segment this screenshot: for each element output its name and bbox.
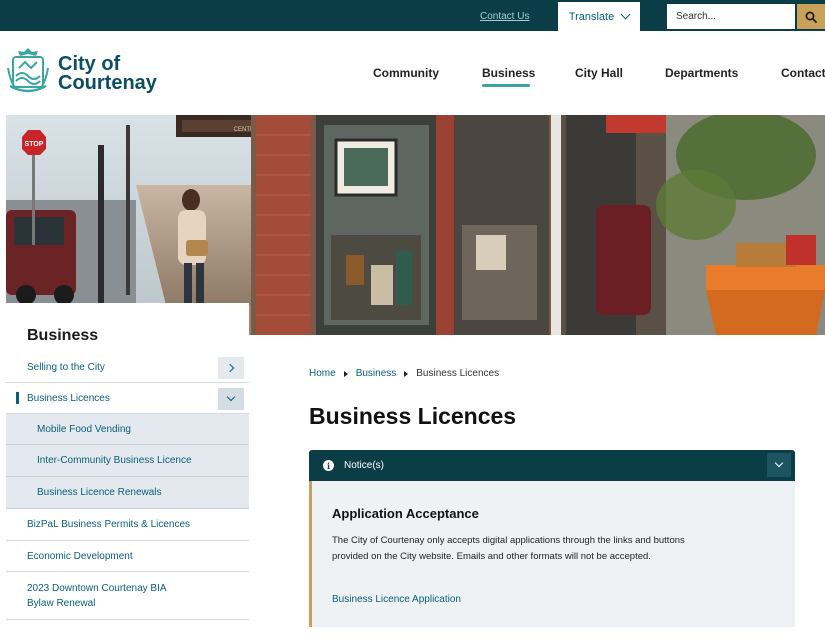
search-icon bbox=[805, 11, 817, 23]
notice-accordion-header[interactable]: i Notice(s) bbox=[309, 450, 795, 481]
breadcrumb-business[interactable]: Business bbox=[356, 368, 397, 379]
translate-dropdown[interactable]: Translate bbox=[558, 2, 640, 31]
sidebar-item-business-licences[interactable]: Business Licences bbox=[6, 383, 249, 414]
search-button[interactable] bbox=[797, 4, 825, 29]
nav-departments[interactable]: Departments bbox=[665, 66, 738, 80]
expand-button[interactable] bbox=[218, 357, 244, 379]
city-logo-wordmark[interactable]: City of Courtenay bbox=[58, 54, 157, 94]
sidebar-item-label: Business Licence Renewals bbox=[37, 487, 162, 498]
sidebar-title: Business bbox=[27, 327, 99, 344]
notice-label: Notice(s) bbox=[344, 460, 385, 471]
sidebar-item-bizpal[interactable]: BizPaL Business Permits & Licences bbox=[6, 509, 249, 541]
chevron-right-icon bbox=[225, 363, 234, 373]
breadcrumb-home[interactable]: Home bbox=[309, 368, 336, 379]
collapse-button[interactable] bbox=[218, 388, 244, 410]
nav-city-hall[interactable]: City Hall bbox=[575, 66, 623, 80]
business-licence-application-link[interactable]: Business Licence Application bbox=[332, 594, 461, 605]
contact-us-link[interactable]: Contact Us bbox=[480, 11, 529, 22]
utility-bar: Contact Us Translate bbox=[0, 0, 825, 31]
search-input[interactable] bbox=[667, 4, 795, 29]
logo-line2: Courtenay bbox=[58, 72, 157, 94]
nav-active-indicator bbox=[482, 84, 530, 87]
notice-text: The City of Courtenay only accepts digit… bbox=[332, 535, 685, 562]
info-icon: i bbox=[323, 460, 334, 471]
notice-collapse-button[interactable] bbox=[767, 453, 791, 477]
sidebar-item-label: Mobile Food Vending bbox=[37, 423, 131, 435]
breadcrumb-current: Business Licences bbox=[416, 368, 500, 379]
breadcrumb-separator-icon bbox=[404, 370, 409, 377]
notice-panel: Application Acceptance The City of Court… bbox=[309, 481, 795, 627]
nav-business[interactable]: Business bbox=[482, 66, 535, 80]
sidebar-item-economic-development[interactable]: Economic Development bbox=[6, 541, 249, 572]
sidebar-item-selling-to-the-city[interactable]: Selling to the City bbox=[6, 352, 249, 383]
page-title: Business Licences bbox=[309, 403, 517, 429]
sidebar-item-label: Inter-Community Business Licence bbox=[37, 455, 192, 466]
sidebar-item-label-line2: Bylaw Renewal bbox=[27, 597, 96, 609]
sidebar-item-label: Selling to the City bbox=[27, 361, 105, 373]
breadcrumb: Home Business Business Licences bbox=[309, 368, 499, 379]
sidebar-item-label: 2023 Downtown Courtenay BIA bbox=[27, 582, 167, 594]
breadcrumb-separator-icon bbox=[343, 370, 348, 377]
city-crest-logo-icon[interactable] bbox=[6, 46, 50, 98]
sidebar-item-label: BizPaL Business Permits & Licences bbox=[27, 519, 191, 530]
chevron-down-icon bbox=[226, 392, 236, 402]
sidebar-item-label: Economic Development bbox=[27, 550, 133, 562]
nav-community[interactable]: Community bbox=[373, 66, 439, 80]
sidebar-item-downtown-bia[interactable]: 2023 Downtown Courtenay BIA Bylaw Renewa… bbox=[6, 572, 249, 620]
nav-contact[interactable]: Contact bbox=[781, 66, 825, 80]
sidebar-item-label: Business Licences bbox=[27, 392, 110, 404]
stop-sign-text: STOP bbox=[25, 141, 44, 148]
hero-street-image: STOP CENTRE bbox=[6, 115, 825, 335]
sidebar-subitem-licence-renewals[interactable]: Business Licence Renewals bbox=[6, 477, 249, 509]
notice-heading: Application Acceptance bbox=[332, 506, 479, 521]
sidebar-subitem-inter-community-licence[interactable]: Inter-Community Business Licence bbox=[6, 445, 249, 477]
sidebar-nav: Business Selling to the City Business Li… bbox=[6, 303, 249, 639]
chevron-down-icon bbox=[774, 458, 784, 468]
sidebar-subitem-mobile-food-vending[interactable]: Mobile Food Vending bbox=[6, 414, 249, 445]
chevron-down-icon bbox=[620, 9, 631, 20]
translate-label: Translate bbox=[568, 10, 615, 23]
active-indicator bbox=[16, 392, 19, 404]
